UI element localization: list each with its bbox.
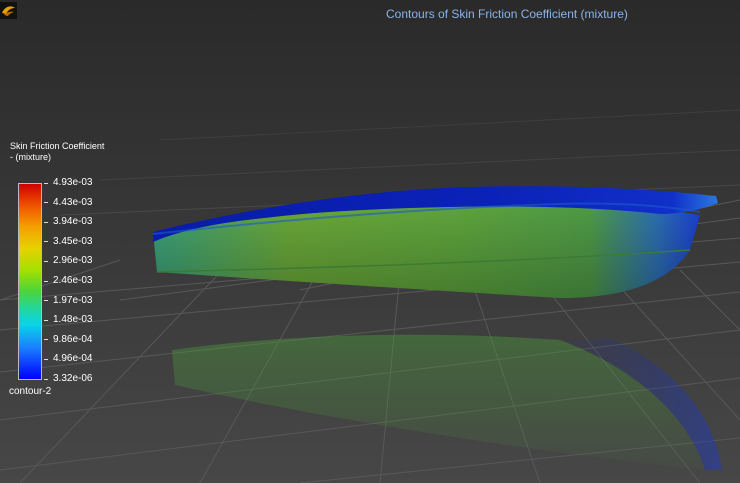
legend-title: Skin Friction Coefficient - (mixture)	[10, 141, 130, 163]
colorbar-tick: 1.48e-03	[44, 314, 92, 326]
colorbar-tick-label: 2.96e-03	[53, 255, 93, 267]
legend-title-line-1: Skin Friction Coefficient	[10, 141, 105, 151]
colorbar-tick: 9.86e-04	[44, 334, 92, 346]
colorbar-tick: 2.96e-03	[44, 255, 92, 267]
legend-title-line-2: - (mixture)	[10, 152, 51, 162]
fluent-logo-icon[interactable]	[0, 2, 17, 19]
colorbar-tick-label: 1.48e-03	[53, 314, 93, 326]
colorbar-tick-label: 2.46e-03	[53, 275, 93, 286]
colorbar-tick: 3.94e-03	[44, 216, 92, 228]
plot-title: Contours of Skin Friction Coefficient (m…	[386, 7, 628, 21]
colorbar-tick: 2.46e-03	[44, 275, 92, 287]
colorbar-tick: 3.45e-03	[44, 236, 92, 248]
colorbar-tick: 4.43e-03	[44, 197, 92, 209]
colorbar-ticks: 4.93e-03 4.43e-03 3.94e-03 3.45e-03 2.96e-03…	[44, 177, 124, 384]
contour-name-label: contour-2	[9, 386, 52, 397]
colorbar-tick-label: 3.94e-03	[53, 216, 93, 228]
colorbar-tick: 1.97e-03	[44, 295, 92, 307]
colorbar-tick-label: 4.96e-04	[53, 353, 93, 365]
colorbar	[18, 183, 42, 380]
colorbar-tick-label: 1.97e-03	[53, 294, 93, 306]
colorbar-tick-label: 3.45e-03	[53, 235, 93, 247]
colorbar-tick-label: 4.43e-03	[53, 196, 93, 208]
hull-reflection	[172, 334, 722, 470]
colorbar-tick-label: 3.32e-06	[53, 373, 93, 384]
colorbar-tick: 4.93e-03	[44, 177, 92, 189]
colorbar-tick-label: 4.93e-03	[53, 177, 93, 188]
colorbar-tick-label: 9.86e-04	[53, 333, 93, 345]
colorbar-tick: 4.96e-04	[44, 353, 92, 365]
colorbar-tick: 3.32e-06	[44, 373, 92, 385]
graphics-viewport[interactable]: Contours of Skin Friction Coefficient (m…	[0, 0, 740, 483]
